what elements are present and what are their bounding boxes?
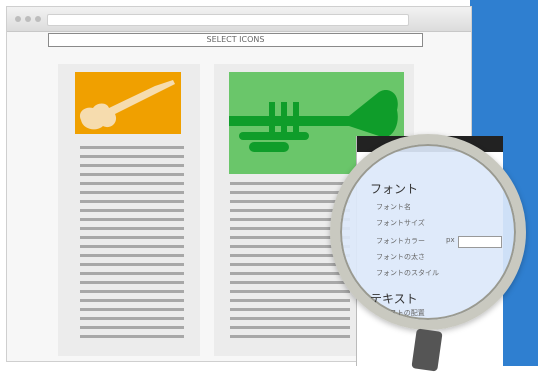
font-weight-item[interactable]: フォントの太さ [376,252,425,262]
left-text-block [80,146,184,344]
font-name-item[interactable]: フォント名 [376,202,411,212]
window-close-icon[interactable] [15,16,21,22]
font-heading: フォント [370,182,419,196]
toolbar-strip [47,14,409,26]
guitar-icon [79,80,175,130]
font-size-unit-label: px [446,236,455,244]
magnifier-lens: フォント フォント名 フォントサイズ フォントカラー フォントの太さ フォントの… [330,134,526,330]
magnifier-handle [411,328,443,372]
right-text-block [230,182,350,344]
text-align-item[interactable]: テキストの配置 [376,308,425,318]
address-bar[interactable]: SELECT ICONS [48,33,423,47]
font-style-item[interactable]: フォントのスタイル [376,268,439,278]
window-zoom-icon[interactable] [35,16,41,22]
font-color-item[interactable]: フォントカラー [376,236,425,246]
font-size-input[interactable] [458,236,502,248]
title-bar [7,7,471,32]
text-heading: テキスト [370,292,418,306]
font-size-item[interactable]: フォントサイズ [376,218,425,228]
window-minimize-icon[interactable] [25,16,31,22]
guitar-image [75,72,181,134]
